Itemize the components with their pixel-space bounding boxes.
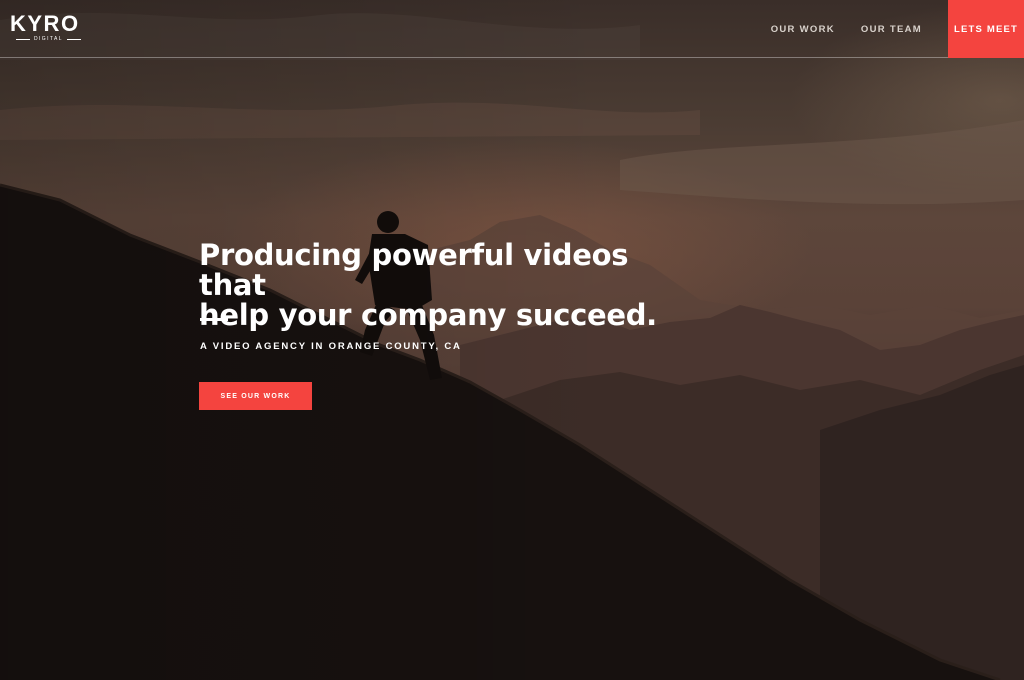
logo-rule-left — [16, 38, 30, 40]
nav-our-team[interactable]: OUR TEAM — [861, 24, 922, 35]
nav-our-work[interactable]: OUR WORK — [771, 24, 835, 35]
see-our-work-button[interactable]: SEE OUR WORK — [199, 382, 312, 410]
lets-meet-button[interactable]: LETS MEET — [948, 0, 1024, 58]
hero-headline: Producing powerful videos that help your… — [199, 240, 679, 330]
hero-subtitle: A VIDEO AGENCY IN ORANGE COUNTY, CA — [200, 341, 462, 352]
logo-rule-right — [66, 38, 81, 40]
logo-subtext: DIGITAL — [34, 36, 63, 42]
hero-overlay — [0, 0, 1024, 680]
logo-subtext-row: DIGITAL — [10, 36, 82, 42]
site-header: KYRO DIGITAL OUR WORK OUR TEAM LETS MEET — [0, 0, 1024, 58]
logo-mark: KYRO — [10, 11, 80, 36]
hero-divider — [200, 318, 228, 321]
hero-headline-line-1: Producing powerful videos that — [199, 238, 629, 302]
logo[interactable]: KYRO DIGITAL — [10, 13, 82, 43]
hero-headline-line-2: help your company succeed. — [199, 298, 657, 332]
main-nav: OUR WORK OUR TEAM LETS MEET — [771, 0, 1024, 58]
